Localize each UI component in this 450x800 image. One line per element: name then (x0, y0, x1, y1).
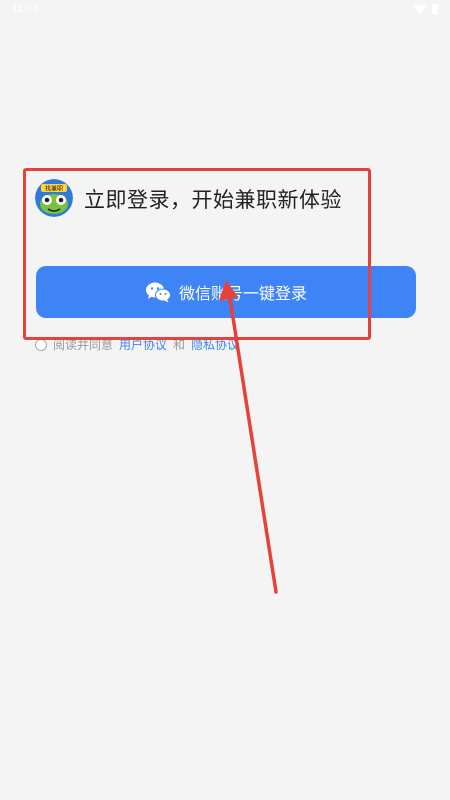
agreement-prefix: 阅读并同意 (53, 338, 114, 352)
annotation-arrow (219, 280, 278, 594)
app-logo-graphic: 找兼职 (35, 179, 73, 217)
login-headline: 立即登录，开始兼职新体验 (84, 188, 342, 212)
app-logo: 找兼职 (35, 179, 73, 217)
privacy-policy-link[interactable]: 隐私协议 (191, 336, 239, 353)
status-icons (414, 4, 438, 14)
wechat-login-label: 微信账号一键登录 (178, 284, 307, 303)
logo-text: 找兼职 (45, 185, 63, 193)
wechat-login-button[interactable]: 微信账号一键登录 (36, 266, 416, 318)
status-bar: 11:08 (0, 0, 450, 22)
wechat-icon (145, 282, 171, 303)
battery-icon (432, 4, 438, 14)
status-time: 11:08 (12, 3, 39, 15)
agreement-conjunction: 和 (173, 338, 186, 352)
user-agreement-link[interactable]: 用户协议 (119, 336, 167, 353)
agreement-row: 阅读并同意 用户协议 和 隐私协议 (35, 336, 239, 353)
wifi-icon (414, 4, 426, 14)
agree-checkbox[interactable] (35, 338, 47, 351)
